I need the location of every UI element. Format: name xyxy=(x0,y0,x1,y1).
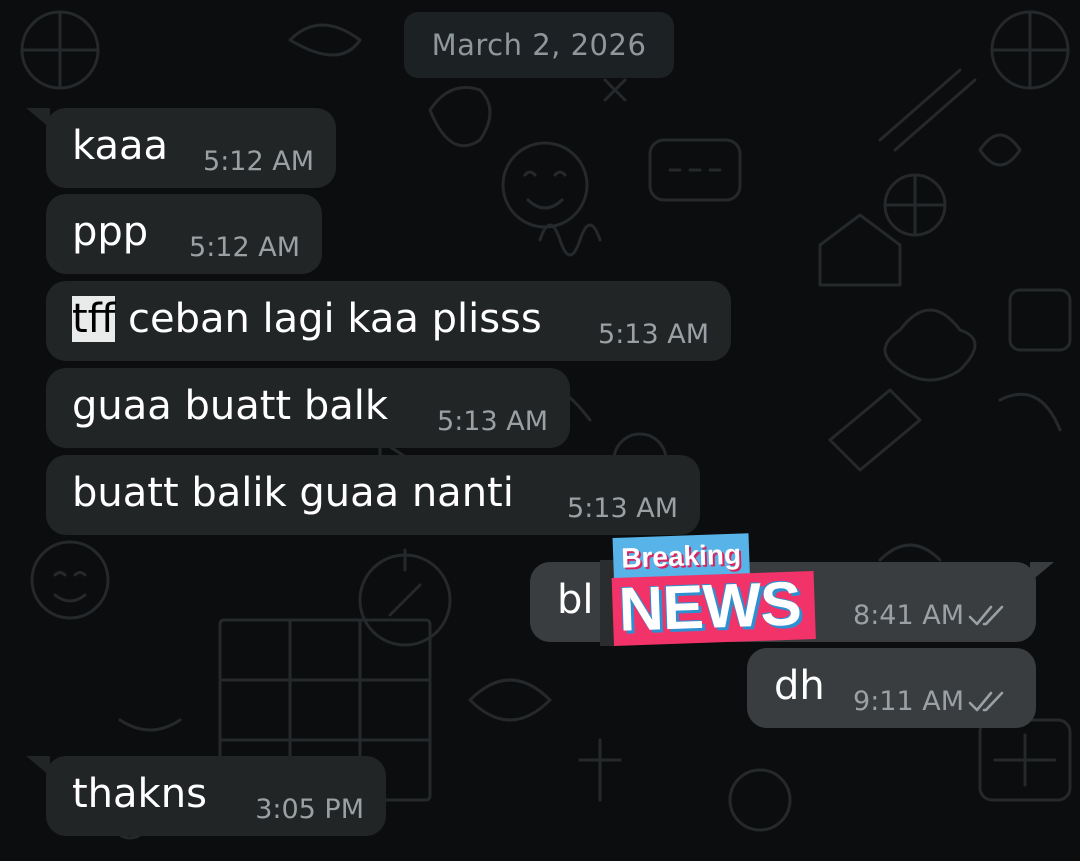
message-text: bl xyxy=(557,577,594,623)
message-time: 8:41 AM xyxy=(853,600,964,631)
incoming-message[interactable]: thakns 3:05 PM xyxy=(46,756,386,836)
chat-view: March 2, 2026 kaaa 5:12 AM ppp 5:12 AM t… xyxy=(0,0,1080,861)
message-text-rest: ceban lagi kaa plisss xyxy=(115,296,542,342)
message-text: tff ceban lagi kaa plisss xyxy=(72,295,542,343)
message-time: 5:12 AM xyxy=(203,146,314,177)
message-text: ppp xyxy=(72,209,149,255)
message-time: 5:13 AM xyxy=(567,493,678,524)
date-separator: March 2, 2026 xyxy=(404,12,674,78)
incoming-message[interactable]: tff ceban lagi kaa plisss 5:13 AM xyxy=(46,281,731,361)
message-time: 3:05 PM xyxy=(255,794,364,825)
incoming-message[interactable]: buatt balik guaa nanti 5:13 AM xyxy=(46,455,700,535)
breaking-news-sticker: Breaking NEWS xyxy=(600,530,825,650)
double-check-icon xyxy=(968,691,1004,712)
sticker-news-text: NEWS xyxy=(617,570,802,645)
double-check-icon xyxy=(968,605,1004,626)
outgoing-message[interactable]: dh 9:11 AM xyxy=(747,648,1036,728)
incoming-message[interactable]: ppp 5:12 AM xyxy=(46,194,322,274)
sticker-breaking-text: Breaking xyxy=(620,538,742,574)
message-time: 5:13 AM xyxy=(437,406,548,437)
message-text: dh xyxy=(774,663,825,709)
sticker-news-label: NEWS xyxy=(611,570,816,646)
selected-text-highlight: tff xyxy=(72,296,116,342)
message-time: 5:13 AM xyxy=(598,319,709,350)
incoming-message[interactable]: guaa buatt balk 5:13 AM xyxy=(46,368,570,448)
incoming-message[interactable]: kaaa 5:12 AM xyxy=(46,108,336,188)
message-text: thakns xyxy=(72,771,207,817)
message-time: 9:11 AM xyxy=(853,686,964,717)
message-text: kaaa xyxy=(72,123,168,169)
message-text: buatt balik guaa nanti xyxy=(72,470,514,516)
message-time: 5:12 AM xyxy=(189,232,300,263)
message-text: guaa buatt balk xyxy=(72,383,388,429)
